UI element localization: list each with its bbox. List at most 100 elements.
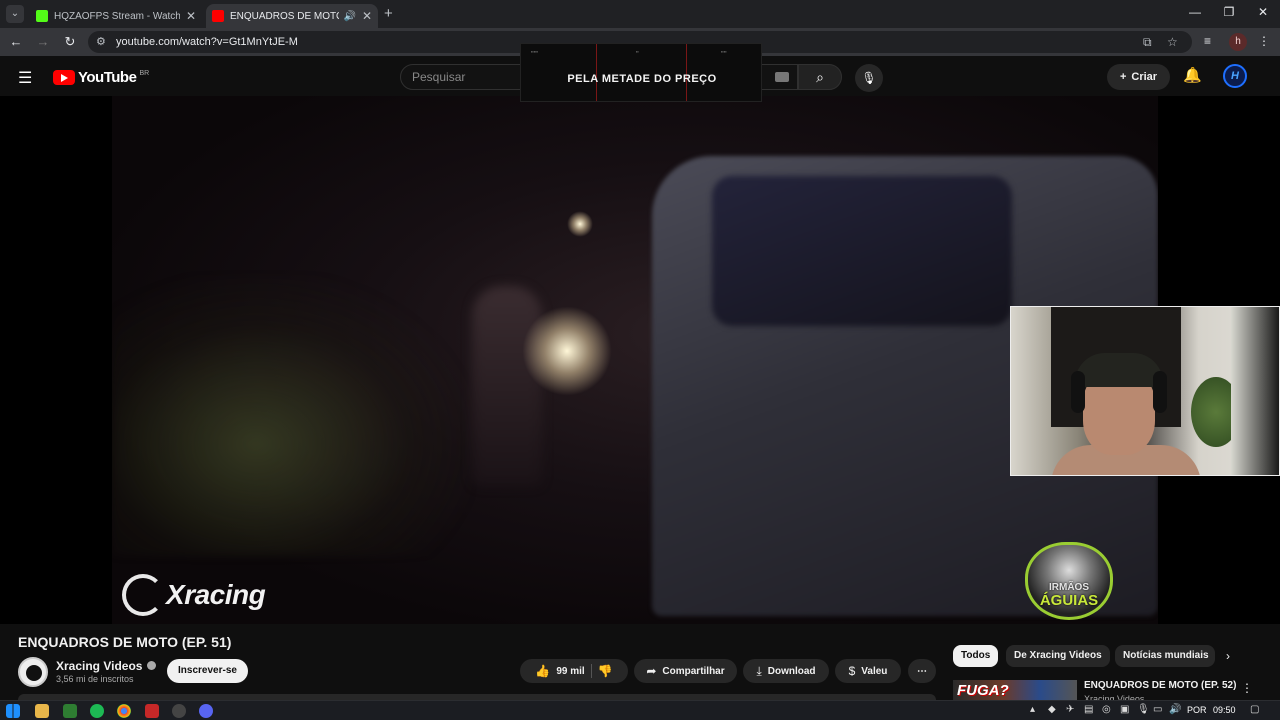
- mic-icon: 🎙: [861, 71, 877, 85]
- video-player[interactable]: Xracing IRMÃOS ÁGUIAS: [0, 96, 1280, 624]
- channel-name[interactable]: Xracing Videos: [56, 659, 157, 673]
- plus-icon: +: [1119, 71, 1127, 83]
- create-button[interactable]: + Criar: [1107, 64, 1170, 90]
- spartan-helmet-icon: [122, 574, 164, 616]
- back-icon[interactable]: ←: [7, 34, 25, 49]
- recommended-title[interactable]: ENQUADROS DE MOTO (EP. 52): [1084, 680, 1236, 691]
- kick-favicon-icon: [36, 10, 48, 22]
- browser-profile-avatar[interactable]: h: [1229, 33, 1247, 51]
- keyboard-icon[interactable]: [775, 72, 789, 82]
- obs-icon[interactable]: [172, 704, 186, 718]
- download-button[interactable]: ⤓ Download: [743, 659, 829, 683]
- recording-app-icon[interactable]: [145, 704, 159, 718]
- chrome-icon[interactable]: [117, 704, 131, 718]
- minimize-icon[interactable]: —: [1180, 5, 1210, 19]
- windows-start-icon[interactable]: [6, 704, 20, 718]
- close-tab-icon[interactable]: ✕: [186, 9, 196, 23]
- input-language[interactable]: POR: [1187, 705, 1207, 715]
- network-app-icon[interactable]: ✈: [1066, 704, 1074, 715]
- reload-icon[interactable]: ↻: [61, 34, 79, 50]
- notification-center-icon[interactable]: ▢: [1250, 704, 1259, 715]
- chip-from-channel[interactable]: De Xracing Videos: [1006, 645, 1110, 667]
- file-explorer-icon[interactable]: [35, 704, 49, 718]
- tray-app-icon[interactable]: ◎: [1102, 704, 1111, 715]
- webcam-person-cap: [1075, 353, 1163, 387]
- video-frame[interactable]: Xracing IRMÃOS ÁGUIAS: [112, 96, 1158, 624]
- thumbnail-text: FUGA?: [957, 682, 1009, 699]
- site-info-icon[interactable]: ⚙: [96, 35, 106, 48]
- chip-world-news[interactable]: Notícias mundiais: [1115, 645, 1215, 667]
- video-scene-truck-window: [712, 176, 1012, 326]
- ad-overlay[interactable]: ▪▪▪▪▪ ▪▪ ▪▪▪▪ PELA METADE DO PREÇO: [520, 43, 762, 102]
- tab-title: HQZAOFPS Stream - Watch Live: [54, 10, 180, 22]
- recommended-more-icon[interactable]: ⋮: [1241, 681, 1253, 695]
- more-actions-button[interactable]: ⋯: [908, 659, 936, 683]
- spotify-icon[interactable]: [90, 704, 104, 718]
- youtube-play-icon: [53, 70, 75, 85]
- close-tab-icon[interactable]: ✕: [362, 9, 372, 23]
- search-icon: ⌕: [816, 69, 824, 85]
- thanks-button[interactable]: $ Valeu: [835, 659, 901, 683]
- install-app-icon[interactable]: ⧉: [1143, 35, 1152, 50]
- subscribe-button[interactable]: Inscrever-se: [167, 659, 248, 683]
- media-control-icon[interactable]: ≡: [1204, 34, 1211, 48]
- speaker-icon[interactable]: 🔊: [343, 11, 355, 22]
- search-button[interactable]: ⌕: [798, 64, 842, 90]
- voice-search-button[interactable]: 🎙: [855, 64, 883, 92]
- tray-app-icon[interactable]: ▴: [1030, 704, 1035, 715]
- tab-enquadros[interactable]: ENQUADROS DE MOTO (EP. 51) 🔊 ✕: [206, 4, 378, 28]
- share-label: Compartilhar: [662, 665, 725, 677]
- network-icon[interactable]: ▭: [1153, 704, 1162, 715]
- tab-search-icon[interactable]: ⌄: [6, 5, 24, 23]
- xracing-watermark: Xracing: [122, 574, 266, 616]
- nvidia-icon[interactable]: ◆: [1048, 704, 1056, 715]
- close-window-icon[interactable]: ✕: [1248, 5, 1278, 19]
- browser-tab-strip: ⌄ HQZAOFPS Stream - Watch Live ✕ ENQUADR…: [0, 0, 1280, 28]
- youtube-wordmark: YouTube: [78, 69, 137, 86]
- thumbs-up-icon[interactable]: 👍: [535, 664, 550, 678]
- discord-icon[interactable]: [199, 704, 213, 718]
- share-button[interactable]: ➦ Compartilhar: [634, 659, 737, 683]
- streamer-webcam-overlay: [1010, 306, 1280, 476]
- browser-menu-icon[interactable]: ⋮: [1258, 34, 1270, 48]
- tray-app-icon[interactable]: ▤: [1084, 704, 1093, 715]
- thumbs-down-icon[interactable]: 👎: [598, 664, 613, 678]
- channel-avatar[interactable]: [18, 657, 48, 687]
- forward-icon[interactable]: →: [34, 34, 52, 49]
- volume-icon[interactable]: 🔊: [1169, 704, 1181, 715]
- ad-fine-print: ▪▪▪▪▪: [531, 49, 539, 54]
- ad-fine-print: ▪▪▪▪: [721, 49, 727, 54]
- ad-fine-print: ▪▪: [636, 49, 639, 54]
- clock[interactable]: 09:50: [1213, 705, 1236, 715]
- notifications-bell-icon[interactable]: 🔔: [1183, 66, 1202, 84]
- country-code: BR: [139, 70, 150, 77]
- xracing-watermark-text: Xracing: [166, 579, 266, 610]
- video-scene-person: [472, 286, 542, 486]
- new-tab-icon[interactable]: +: [384, 5, 393, 22]
- guide-menu-icon[interactable]: ☰: [18, 68, 32, 88]
- app-icon[interactable]: [63, 704, 77, 718]
- like-divider: [590, 664, 592, 678]
- more-icon: ⋯: [917, 665, 927, 677]
- tab-hqzaofps[interactable]: HQZAOFPS Stream - Watch Live ✕: [30, 4, 202, 28]
- windows-taskbar: ▴ ◆ ✈ ▤ ◎ ▣ 🎙 ▭ 🔊 POR 09:50 ▢: [0, 700, 1280, 720]
- tab-title: ENQUADROS DE MOTO (EP. 51): [230, 10, 339, 22]
- xracing-watermark-word: racing: [184, 579, 266, 610]
- tray-app-icon[interactable]: ▣: [1120, 704, 1129, 715]
- like-dislike-group: 👍 99 mil 👎: [520, 659, 628, 683]
- account-avatar[interactable]: H: [1223, 64, 1247, 88]
- search-placeholder: Pesquisar: [412, 70, 466, 84]
- like-count[interactable]: 99 mil: [556, 666, 584, 677]
- maximize-icon[interactable]: ❐: [1214, 5, 1244, 19]
- url-text[interactable]: youtube.com/watch?v=Gt1MnYtJE-M: [116, 36, 298, 48]
- youtube-logo[interactable]: YouTube BR: [53, 69, 149, 86]
- chip-all[interactable]: Todos: [953, 645, 999, 667]
- screen: ⌄ HQZAOFPS Stream - Watch Live ✕ ENQUADR…: [0, 0, 1280, 720]
- microphone-icon[interactable]: 🎙: [1137, 704, 1150, 715]
- bookmark-star-icon[interactable]: ☆: [1167, 35, 1178, 49]
- video-scene-grass: [112, 276, 472, 556]
- chevron-right-icon[interactable]: ›: [1226, 649, 1230, 663]
- channel-name-text[interactable]: Xracing Videos: [56, 659, 142, 673]
- share-icon: ➦: [646, 664, 657, 678]
- download-label: Download: [767, 665, 816, 677]
